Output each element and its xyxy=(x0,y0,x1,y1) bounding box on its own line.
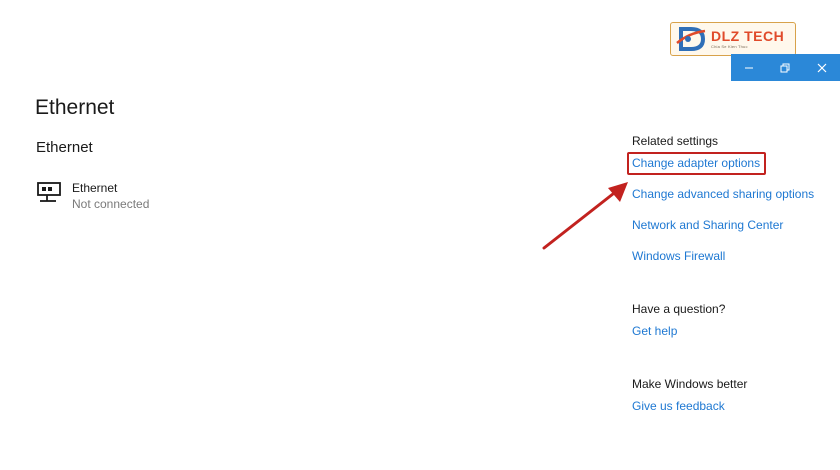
adapter-name: Ethernet xyxy=(72,181,118,195)
ethernet-adapter-item[interactable]: Ethernet Not connected xyxy=(36,181,149,212)
adapter-status: Not connected xyxy=(72,197,150,211)
change-advanced-sharing-link[interactable]: Change advanced sharing options xyxy=(632,186,832,202)
get-help-link[interactable]: Get help xyxy=(632,323,832,339)
window-controls xyxy=(731,54,840,81)
dlz-tech-logo: DLZ TECH Chia Se Kien Thuc xyxy=(670,22,796,56)
minimize-icon xyxy=(745,67,754,68)
windows-firewall-link[interactable]: Windows Firewall xyxy=(632,248,832,264)
network-adapter-icon xyxy=(37,182,61,202)
question-heading: Have a question? xyxy=(632,302,726,316)
give-feedback-link[interactable]: Give us feedback xyxy=(632,398,832,414)
close-icon xyxy=(817,63,827,72)
restore-icon xyxy=(780,63,790,72)
annotation-arrow-icon xyxy=(542,182,628,250)
highlight-box xyxy=(627,152,766,175)
feedback-heading: Make Windows better xyxy=(632,377,748,391)
network-sharing-center-link[interactable]: Network and Sharing Center xyxy=(632,217,832,233)
minimize-button[interactable] xyxy=(731,54,767,81)
page-title: Ethernet xyxy=(35,96,115,119)
logo-tagline: Chia Se Kien Thuc xyxy=(711,44,748,49)
logo-name: DLZ TECH xyxy=(711,28,785,44)
logo-mark-icon xyxy=(676,27,706,51)
settings-window: DLZ TECH Chia Se Kien Thuc Ethernet Ethe… xyxy=(0,0,840,470)
related-settings-heading: Related settings xyxy=(632,134,719,148)
close-button[interactable] xyxy=(804,54,840,81)
section-title: Ethernet xyxy=(36,139,93,156)
restore-button[interactable] xyxy=(767,54,803,81)
related-settings-panel: Related settings Change adapter options … xyxy=(632,133,832,414)
